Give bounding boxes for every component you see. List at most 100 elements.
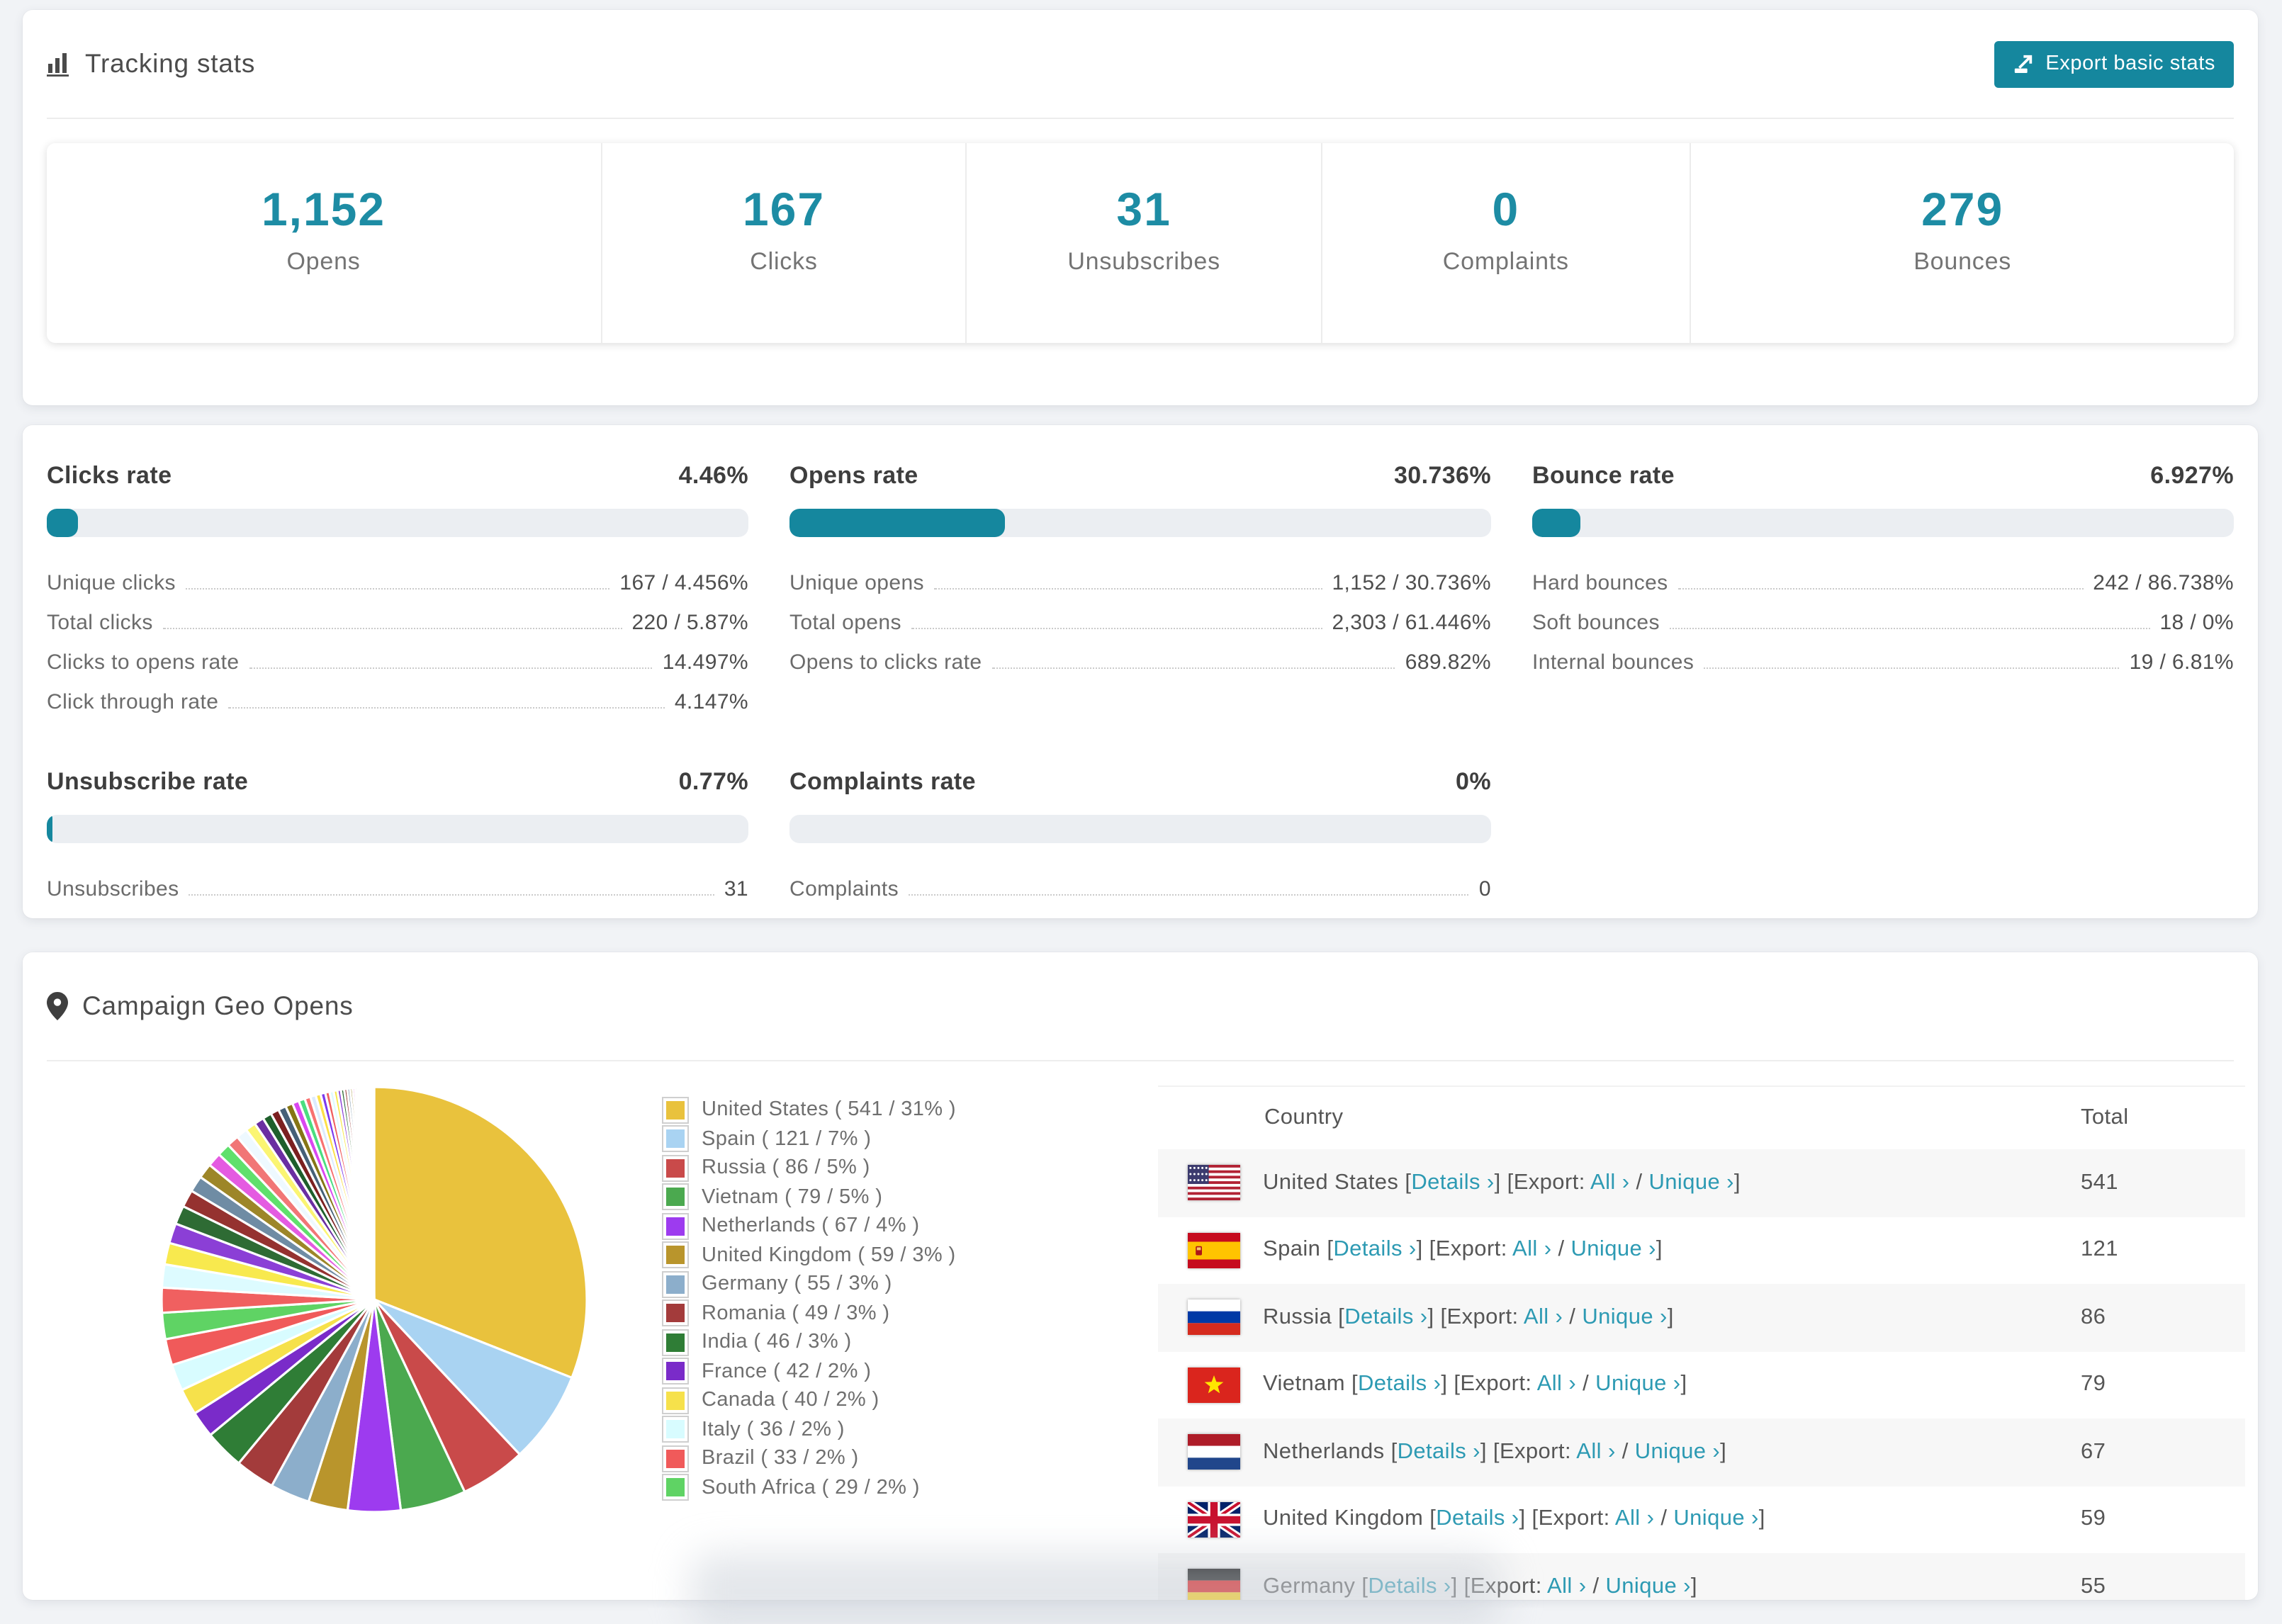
- legend-swatch: [663, 1156, 687, 1180]
- dotted-leader: [1677, 587, 2084, 589]
- export-unique-link[interactable]: Unique ›: [1673, 1507, 1758, 1531]
- export-unique-link[interactable]: Unique ›: [1571, 1238, 1656, 1262]
- export-all-link[interactable]: All ›: [1512, 1238, 1551, 1262]
- details-link[interactable]: Details ›: [1411, 1171, 1494, 1195]
- details-link[interactable]: Details ›: [1344, 1305, 1427, 1329]
- rate-detail-label: Internal bounces: [1532, 650, 1694, 674]
- legend-swatch: [663, 1301, 687, 1326]
- rate-title: Unsubscribe rate: [47, 768, 249, 795]
- export-unique-link[interactable]: Unique ›: [1595, 1372, 1680, 1397]
- export-unique-link[interactable]: Unique ›: [1606, 1574, 1691, 1598]
- dotted-leader: [909, 893, 1469, 895]
- divider-slash: /: [1563, 1304, 1583, 1329]
- summary-stat-clicks: 167 Clicks: [600, 143, 966, 343]
- rate-detail-row: Soft bounces 18 / 0%: [1532, 602, 2234, 642]
- stat-value: 1,152: [261, 183, 386, 235]
- pie-slice[interactable]: [371, 1086, 376, 1301]
- legend-item[interactable]: United Kingdom ( 59 / 3% ): [663, 1241, 956, 1270]
- legend-label: United States ( 541 / 31% ): [702, 1098, 956, 1122]
- legend-label: Germany ( 55 / 3% ): [702, 1273, 892, 1296]
- country-total: 121: [2081, 1237, 2118, 1262]
- table-row: Spain [Details ›] [Export: All › / Uniqu…: [1158, 1217, 2245, 1284]
- legend-label: Netherlands ( 67 / 4% ): [702, 1214, 920, 1238]
- legend-swatch: [663, 1330, 687, 1355]
- bracket: ] [Export:: [1416, 1237, 1513, 1262]
- rate-detail-value: 1,152 / 30.736%: [1332, 570, 1491, 594]
- export-basic-stats-button[interactable]: Export basic stats: [1994, 40, 2234, 87]
- stat-label: Clicks: [750, 248, 818, 275]
- legend-swatch: [663, 1272, 687, 1297]
- legend-item[interactable]: Spain ( 121 / 7% ): [663, 1124, 956, 1154]
- table-row: United Kingdom [Details ›] [Export: All …: [1158, 1486, 2245, 1553]
- rate-detail-value: 242 / 86.738%: [2093, 570, 2234, 594]
- country-total: 55: [2081, 1574, 2106, 1598]
- legend-item[interactable]: Brazil ( 33 / 2% ): [663, 1444, 956, 1473]
- legend-swatch: [663, 1214, 687, 1239]
- legend-item[interactable]: Romania ( 49 / 3% ): [663, 1299, 956, 1328]
- legend-item[interactable]: India ( 46 / 3% ): [663, 1328, 956, 1357]
- bracket: [: [1423, 1506, 1437, 1531]
- table-row: Netherlands [Details ›] [Export: All › /…: [1158, 1419, 2245, 1486]
- details-link[interactable]: Details ›: [1436, 1507, 1519, 1531]
- export-all-link[interactable]: All ›: [1590, 1171, 1629, 1195]
- stat-label: Bounces: [1913, 248, 2012, 275]
- details-link[interactable]: Details ›: [1333, 1238, 1416, 1262]
- rate-detail-row: Unique opens 1,152 / 30.736%: [789, 563, 1491, 602]
- progress-bar-fill: [47, 815, 52, 843]
- legend-label: South Africa ( 29 / 2% ): [702, 1476, 920, 1499]
- rate-detail-label: Total opens: [789, 610, 901, 634]
- legend-item[interactable]: France ( 42 / 2% ): [663, 1357, 956, 1386]
- legend-item[interactable]: Russia ( 86 / 5% ): [663, 1154, 956, 1183]
- rate-detail-value: 18 / 0%: [2159, 610, 2234, 634]
- legend-swatch: [663, 1388, 687, 1413]
- export-all-link[interactable]: All ›: [1524, 1305, 1563, 1329]
- bracket: ] [Export:: [1519, 1506, 1615, 1531]
- rate-detail-row: Unique clicks 167 / 4.456%: [47, 563, 748, 602]
- export-unique-link[interactable]: Unique ›: [1635, 1440, 1720, 1464]
- page: Tracking stats Export basic stats 1,152 O…: [0, 0, 2282, 1624]
- legend-swatch: [663, 1446, 687, 1471]
- legend-item[interactable]: Germany ( 55 / 3% ): [663, 1270, 956, 1299]
- legend-swatch: [663, 1417, 687, 1442]
- geo-body: United States ( 541 / 31% ) Spain ( 121 /…: [23, 1061, 2258, 1600]
- rate-value: 6.927%: [2150, 462, 2234, 489]
- divider-slash: /: [1576, 1372, 1596, 1397]
- export-all-link[interactable]: All ›: [1615, 1507, 1654, 1531]
- geo-opens-card: Campaign Geo Opens United States ( 541 /…: [23, 952, 2258, 1600]
- bracket: [: [1320, 1237, 1334, 1262]
- rate-block-complaints-rate: Complaints rate 0% Complaints 0: [789, 760, 1491, 908]
- export-all-link[interactable]: All ›: [1547, 1574, 1586, 1598]
- export-unique-link[interactable]: Unique ›: [1582, 1305, 1667, 1329]
- export-unique-link[interactable]: Unique ›: [1649, 1171, 1734, 1195]
- legend-item[interactable]: South Africa ( 29 / 2% ): [663, 1473, 956, 1502]
- legend-item[interactable]: Vietnam ( 79 / 5% ): [663, 1183, 956, 1212]
- dotted-leader: [249, 667, 653, 668]
- progress-bar: [789, 509, 1491, 537]
- legend-item[interactable]: Canada ( 40 / 2% ): [663, 1386, 956, 1415]
- bracket: ]: [1733, 1170, 1741, 1195]
- stat-value: 31: [1116, 183, 1171, 235]
- stat-label: Unsubscribes: [1067, 248, 1220, 275]
- legend-item[interactable]: United States ( 541 / 31% ): [663, 1095, 956, 1124]
- rate-value: 30.736%: [1393, 462, 1491, 489]
- export-all-link[interactable]: All ›: [1576, 1440, 1615, 1464]
- rate-value: 0.77%: [678, 768, 748, 795]
- legend-item[interactable]: Netherlands ( 67 / 4% ): [663, 1212, 956, 1241]
- details-link[interactable]: Details ›: [1358, 1372, 1441, 1397]
- legend-label: Russia ( 86 / 5% ): [702, 1156, 870, 1180]
- legend-item[interactable]: Italy ( 36 / 2% ): [663, 1415, 956, 1444]
- details-link[interactable]: Details ›: [1398, 1440, 1480, 1464]
- rate-block-unsubscribe-rate: Unsubscribe rate 0.77% Unsubscribes 31: [47, 760, 748, 908]
- stat-label: Complaints: [1442, 248, 1569, 275]
- rate-detail-label: Unique clicks: [47, 570, 176, 594]
- rate-block-bounce-rate: Bounce rate 6.927% Hard bounces 242 / 86.73…: [1532, 453, 2234, 721]
- progress-bar-fill: [789, 509, 1006, 537]
- rate-detail-label: Complaints: [789, 876, 899, 901]
- rate-detail-label: Soft bounces: [1532, 610, 1660, 634]
- export-all-link[interactable]: All ›: [1537, 1372, 1576, 1397]
- table-row: Vietnam [Details ›] [Export: All › / Uni…: [1158, 1351, 2245, 1419]
- legend-swatch: [663, 1127, 687, 1151]
- rate-detail-row: Total opens 2,303 / 61.446%: [789, 602, 1491, 642]
- country-total: 86: [2081, 1304, 2106, 1329]
- table-row: Russia [Details ›] [Export: All › / Uniq…: [1158, 1284, 2245, 1351]
